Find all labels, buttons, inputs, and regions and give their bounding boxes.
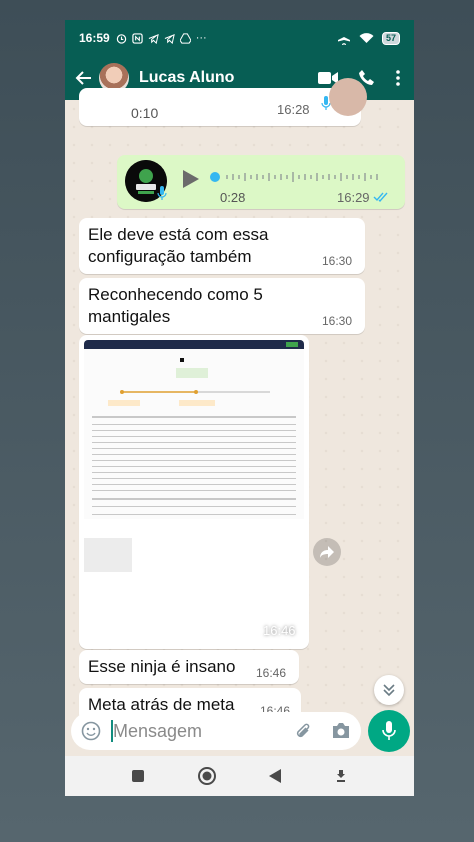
emoji-icon[interactable] bbox=[81, 721, 101, 741]
contact-name[interactable]: Lucas Aluno bbox=[139, 69, 234, 87]
text-message[interactable]: Reconhecendo como 5 mantigales 16:30 bbox=[79, 278, 365, 334]
message-input-box[interactable] bbox=[71, 712, 361, 750]
message-time: 16:29 bbox=[337, 190, 370, 205]
sender-avatar bbox=[329, 78, 367, 116]
wifi-icon bbox=[359, 33, 374, 43]
home-icon[interactable] bbox=[197, 766, 217, 786]
back-arrow-icon[interactable] bbox=[73, 67, 95, 89]
notification-icons: ··· bbox=[116, 32, 207, 44]
mic-icon bbox=[157, 186, 167, 200]
nfc-icon bbox=[132, 32, 143, 44]
message-time: 16:46 bbox=[256, 666, 287, 680]
audio-message[interactable]: 0:28 16:29 bbox=[117, 155, 405, 209]
read-receipt-icon bbox=[373, 192, 388, 202]
alarm-icon bbox=[116, 33, 126, 44]
text-message[interactable]: Ele deve está com essa configuração tamb… bbox=[79, 218, 365, 274]
message-time: 16:30 bbox=[322, 254, 353, 268]
android-nav-bar bbox=[65, 756, 414, 796]
telegram-icon bbox=[148, 33, 159, 44]
mic-icon bbox=[382, 721, 396, 740]
message-input[interactable] bbox=[113, 720, 283, 742]
scroll-to-bottom-button[interactable] bbox=[374, 675, 404, 705]
message-composer bbox=[65, 710, 414, 760]
attach-icon[interactable] bbox=[293, 721, 313, 741]
image-message[interactable]: 16:46 bbox=[79, 335, 309, 649]
forward-icon[interactable] bbox=[313, 538, 341, 566]
battery-icon: 57 bbox=[381, 31, 400, 45]
double-chevron-down-icon bbox=[383, 684, 395, 697]
system-icons: 57 bbox=[337, 31, 400, 45]
recents-icon[interactable] bbox=[131, 769, 145, 783]
audio-message[interactable]: 0:10 16:28 bbox=[79, 78, 367, 126]
audio-waveform[interactable] bbox=[209, 169, 385, 185]
message-text: Reconhecendo como 5 mantigales bbox=[88, 285, 263, 326]
message-time: 16:30 bbox=[322, 314, 353, 328]
audio-duration: 0:28 bbox=[220, 190, 246, 205]
drive-icon bbox=[179, 32, 191, 44]
nav-down-icon[interactable] bbox=[334, 769, 348, 783]
shared-screenshot-image[interactable] bbox=[84, 340, 304, 644]
message-time: 16:46 bbox=[263, 623, 296, 638]
telegram-icon bbox=[164, 33, 175, 44]
voice-record-button[interactable] bbox=[368, 710, 410, 752]
audio-duration: 0:10 bbox=[131, 105, 159, 121]
message-text: Ele deve está com essa configuração tamb… bbox=[88, 225, 269, 266]
chat-area[interactable]: 0:10 16:28 0:28 16:29 Ele deve está com … bbox=[65, 78, 414, 722]
camera-icon[interactable] bbox=[331, 722, 351, 740]
phone-screen: 16:59 ··· 57 Lucas Aluno 0:10 16:28 0:28… bbox=[65, 20, 414, 796]
text-message[interactable]: Esse ninja é insano 16:46 bbox=[79, 650, 299, 684]
status-time: 16:59 bbox=[79, 31, 110, 45]
play-icon[interactable] bbox=[182, 169, 200, 189]
menu-icon[interactable] bbox=[396, 70, 400, 86]
message-time: 16:28 bbox=[277, 102, 310, 117]
more-icon: ··· bbox=[195, 32, 207, 44]
status-bar: 16:59 ··· 57 bbox=[65, 20, 414, 56]
airplane-icon bbox=[337, 32, 350, 45]
message-text: Esse ninja é insano bbox=[88, 657, 236, 676]
back-icon[interactable] bbox=[268, 768, 282, 784]
